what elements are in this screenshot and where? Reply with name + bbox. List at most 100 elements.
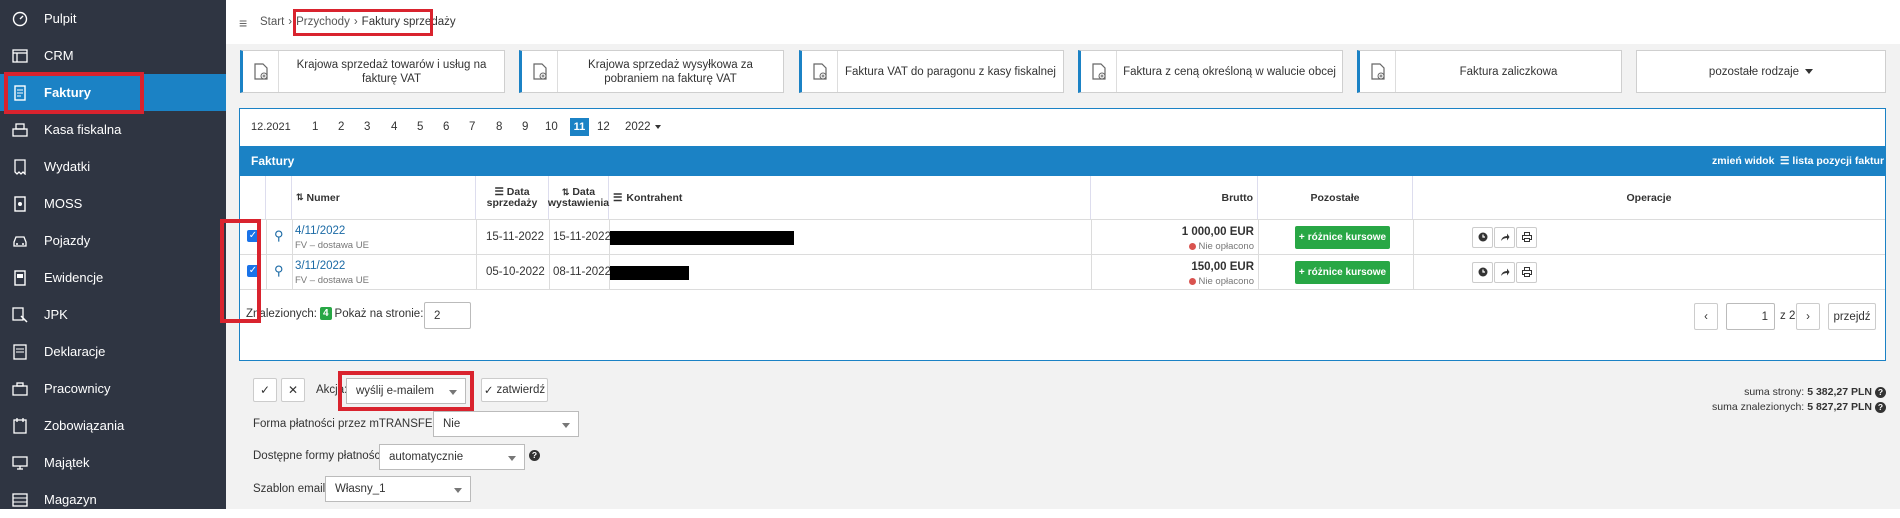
doc-type-faktura-do-paragonu[interactable]: Faktura VAT do paragonu z kasy fiskalnej (799, 50, 1064, 93)
positions-list-link[interactable]: ☰ lista pozycji faktur (1780, 155, 1884, 167)
month-11-active[interactable]: 11 (570, 118, 589, 136)
email-template-value: Własny_1 (335, 483, 386, 495)
sidebar-item-deklaracje[interactable]: Deklaracje (0, 333, 226, 370)
caret-down-icon (508, 456, 516, 461)
exchange-diff-button[interactable]: + różnice kursowe (1295, 226, 1390, 249)
help-icon[interactable]: ? (1875, 386, 1886, 398)
history-button[interactable] (1472, 262, 1493, 283)
month-12[interactable]: 12 (597, 121, 610, 133)
share-button[interactable] (1494, 227, 1515, 248)
row-checkbox[interactable]: ✓ (247, 265, 259, 277)
email-template-select[interactable]: Własny_1 (325, 476, 471, 502)
action-select[interactable]: wyślij e-mailem (346, 378, 466, 404)
assets-icon (10, 454, 30, 472)
payment-forms-label: Dostępne formy płatności (253, 450, 383, 462)
doc-type-waluta-obca[interactable]: Faktura z ceną określoną w walucie obcej (1078, 50, 1343, 93)
close-icon: ✕ (287, 383, 299, 397)
crm-icon (10, 47, 30, 65)
sidebar-item-label: Majątek (44, 455, 90, 470)
doc-type-faktura-zaliczkowa[interactable]: Faktura zaliczkowa (1357, 50, 1622, 93)
sidebar-item-majatek[interactable]: Majątek (0, 444, 226, 481)
sidebar-item-faktury[interactable]: Faktury (0, 74, 226, 111)
month-7[interactable]: 7 (469, 121, 475, 133)
go-label: przejdź (1833, 310, 1871, 323)
month-10[interactable]: 10 (545, 121, 558, 133)
found-sum-value: 5 827,27 PLN (1807, 401, 1872, 413)
sale-date: 15-11-2022 (486, 231, 544, 243)
history-button[interactable] (1472, 227, 1493, 248)
other-types-dropdown[interactable]: pozostałe rodzaje (1636, 50, 1886, 93)
mtransfer-select[interactable]: Nie (433, 411, 579, 437)
row-checkbox[interactable]: ✓ (247, 230, 259, 242)
invoice-number-link[interactable]: 3/11/2022 (295, 260, 345, 272)
prev-page-button[interactable]: ‹ (1694, 303, 1718, 330)
confirm-button[interactable]: ✓ zatwierdź (481, 378, 548, 402)
month-2[interactable]: 2 (338, 121, 344, 133)
header-numer[interactable]: ⇅ Numer (292, 176, 476, 219)
new-document-icon (1360, 51, 1396, 92)
deselect-all-button[interactable]: ✕ (281, 378, 305, 402)
help-icon[interactable]: ? (1875, 401, 1886, 413)
sidebar-item-zobowiazania[interactable]: Zobowiązania (0, 407, 226, 444)
month-4[interactable]: 4 (391, 121, 397, 133)
doc-type-label: Krajowa sprzedaż towarów i usług na fakt… (296, 58, 487, 85)
next-page-button[interactable]: › (1796, 303, 1820, 330)
month-5[interactable]: 5 (417, 121, 423, 133)
header-data-sprzedazy[interactable]: ☰ Data sprzedaży (476, 176, 549, 219)
search-icon[interactable]: ⚲ (274, 263, 284, 279)
header-label: wystawienia (547, 196, 610, 209)
new-document-icon (522, 51, 558, 92)
payment-forms-value: automatycznie (389, 451, 464, 463)
sidebar-item-pracownicy[interactable]: Pracownicy (0, 370, 226, 407)
records-icon (10, 269, 30, 287)
caret-down-icon (654, 125, 661, 129)
go-to-page-button[interactable]: przejdź (1828, 303, 1876, 330)
search-icon[interactable]: ⚲ (274, 228, 284, 244)
sidebar-item-magazyn[interactable]: Magazyn (0, 481, 226, 518)
header-data-wystawienia[interactable]: ⇅ Data wystawienia (547, 176, 610, 219)
breadcrumb-start[interactable]: Start (260, 16, 284, 28)
print-button[interactable] (1516, 262, 1537, 283)
header-operacje-label: Operacje (1626, 191, 1672, 204)
select-all-button[interactable]: ✓ (253, 378, 277, 402)
exchange-diff-button[interactable]: + różnice kursowe (1295, 261, 1390, 284)
col-divider (1413, 219, 1414, 289)
doc-type-sprzedaz-wysylkowa[interactable]: Krajowa sprzedaż wysyłkowa za pobraniem … (519, 50, 784, 93)
change-view-link[interactable]: zmień widok (1712, 155, 1774, 167)
header-kontrahent[interactable]: ☰ Kontrahent (609, 176, 1091, 219)
caret-down-icon (454, 488, 462, 493)
per-page-input[interactable]: 2 (424, 302, 471, 329)
sidebar-item-moss[interactable]: MOSS (0, 185, 226, 222)
exchange-diff-label: różnice kursowe (1307, 232, 1387, 243)
sidebar-item-pojazdy[interactable]: Pojazdy (0, 222, 226, 259)
invoice-number-link[interactable]: 4/11/2022 (295, 225, 345, 237)
month-1[interactable]: 1 (312, 121, 318, 133)
page-number-input[interactable]: 1 (1726, 303, 1775, 330)
breadcrumb-przychody[interactable]: Przychody (296, 16, 350, 28)
sidebar-item-kasa-fiskalna[interactable]: Kasa fiskalna (0, 111, 226, 148)
sidebar-item-crm[interactable]: CRM (0, 37, 226, 74)
sidebar-item-ewidencje[interactable]: Ewidencje (0, 259, 226, 296)
doc-type-label: Faktura zaliczkowa (1459, 65, 1558, 78)
payment-forms-select[interactable]: automatycznie (379, 444, 525, 470)
month-8[interactable]: 8 (496, 121, 502, 133)
print-button[interactable] (1516, 227, 1537, 248)
row-divider (240, 289, 1885, 290)
sidebar-item-wydatki[interactable]: Wydatki (0, 148, 226, 185)
help-icon[interactable]: ? (529, 450, 540, 461)
header-numer-label: Numer (306, 191, 340, 204)
share-button[interactable] (1494, 262, 1515, 283)
menu-toggle-icon[interactable]: ≡ (239, 15, 247, 31)
doc-type-krajowa-sprzedaz[interactable]: Krajowa sprzedaż towarów i usług na fakt… (240, 50, 505, 93)
sidebar-item-jpk[interactable]: JPK (0, 296, 226, 333)
invoices-panel: 12.2021 1 2 3 4 5 6 7 8 9 10 11 12 2022 … (239, 108, 1886, 361)
month-9[interactable]: 9 (522, 121, 528, 133)
month-3[interactable]: 3 (364, 121, 370, 133)
sidebar-item-label: MOSS (44, 196, 83, 211)
year-dropdown[interactable]: 2022 (625, 121, 661, 133)
header-preview-col (266, 176, 292, 219)
month-6[interactable]: 6 (443, 121, 449, 133)
sidebar-item-pulpit[interactable]: Pulpit (0, 0, 226, 37)
caret-down-icon (562, 423, 570, 428)
month-prev-year[interactable]: 12.2021 (251, 121, 291, 133)
